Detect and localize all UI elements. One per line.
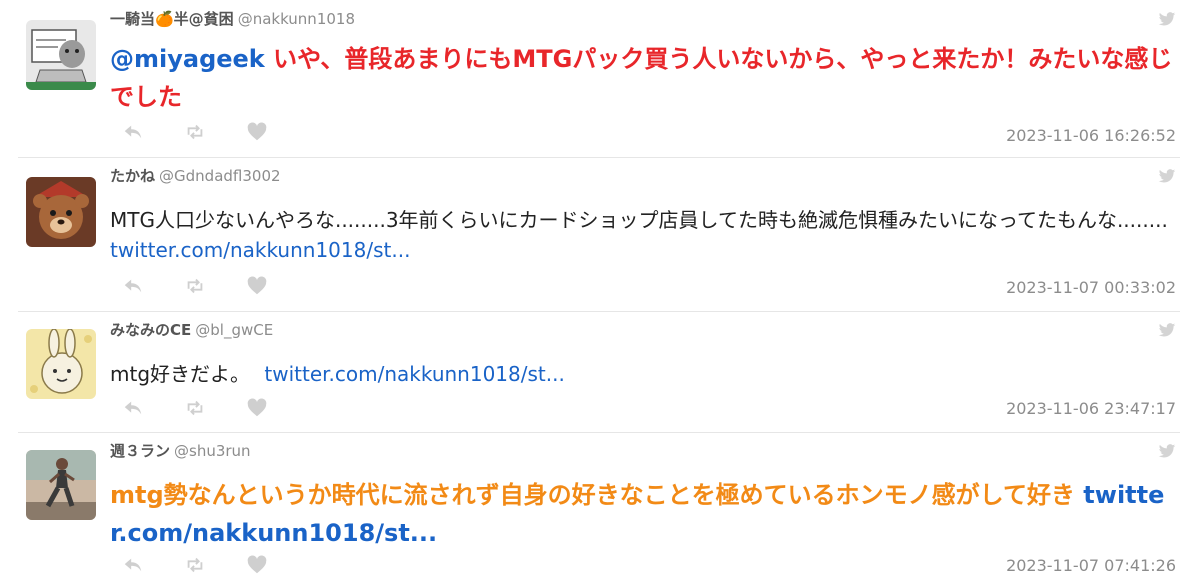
avatar[interactable] [26, 450, 96, 520]
tweet-text: @miyageek いや、普段あまりにもMTGパック買う人いないから、やっと来た… [110, 40, 1176, 116]
tweet-header: たかね @Gdndadfl3002 [110, 165, 281, 186]
avatar[interactable] [26, 329, 96, 399]
twitter-bird-icon[interactable] [1158, 10, 1176, 28]
twitter-bird-icon[interactable] [1158, 442, 1176, 460]
user-handle[interactable]: @nakkunn1018 [238, 10, 355, 28]
retweet-icon[interactable] [184, 554, 206, 576]
tweet-feed: 一騎当🍊半@貧困 @nakkunn1018 @miyageek いや、普段あまりに… [0, 0, 1200, 587]
tweet-actions [122, 121, 268, 143]
avatar-image [26, 20, 96, 90]
tweet-header: 週３ラン @shu3run [110, 440, 251, 461]
tweet-text-content: mtg勢なんというか時代に流されず自身の好きなことを極めているホンモノ感がして好… [110, 481, 1075, 509]
tweet-text-content: いや、普段あまりにもMTGパック買う人いないから、やっと来たか！みたいな感じでし… [110, 45, 1173, 111]
tweet-text: mtg勢なんというか時代に流されず自身の好きなことを極めているホンモノ感がして好… [110, 476, 1176, 552]
avatar[interactable] [26, 177, 96, 247]
user-name[interactable]: たかね [110, 167, 155, 185]
heart-icon[interactable] [246, 275, 268, 297]
tweet-timestamp[interactable]: 2023-11-07 07:41:26 [1006, 556, 1176, 575]
reply-icon[interactable] [122, 397, 144, 419]
reply-icon[interactable] [122, 554, 144, 576]
tweet-actions [122, 554, 268, 576]
retweet-icon[interactable] [184, 275, 206, 297]
reply-icon[interactable] [122, 121, 144, 143]
avatar[interactable] [26, 20, 96, 90]
tweet-item: 一騎当🍊半@貧困 @nakkunn1018 @miyageek いや、普段あまりに… [18, 0, 1180, 158]
user-name[interactable]: みなみのCE [110, 321, 191, 339]
user-handle[interactable]: @Gdndadfl3002 [159, 167, 281, 185]
heart-icon[interactable] [246, 554, 268, 576]
tweet-item: たかね @Gdndadfl3002 MTG人口少ないんやろな........3年前… [18, 157, 1180, 312]
user-name[interactable]: 一騎当🍊半@貧困 [110, 10, 234, 28]
tweet-link[interactable]: twitter.com/nakkunn1018/st... [264, 362, 564, 386]
retweet-icon[interactable] [184, 121, 206, 143]
user-handle[interactable]: @shu3run [174, 442, 251, 460]
twitter-bird-icon[interactable] [1158, 167, 1176, 185]
tweet-timestamp[interactable]: 2023-11-06 16:26:52 [1006, 126, 1176, 145]
reply-icon[interactable] [122, 275, 144, 297]
tweet-header: みなみのCE @bl_gwCE [110, 319, 273, 340]
twitter-bird-icon[interactable] [1158, 321, 1176, 339]
user-name[interactable]: 週３ラン [110, 442, 170, 460]
tweet-timestamp[interactable]: 2023-11-07 00:33:02 [1006, 278, 1176, 297]
tweet-link[interactable]: twitter.com/nakkunn1018/st... [110, 238, 410, 262]
avatar-image [26, 450, 96, 520]
tweet-text: mtg好きだよ。 twitter.com/nakkunn1018/st... [110, 359, 1176, 389]
tweet-actions [122, 275, 268, 297]
mention-link[interactable]: @miyageek [110, 45, 265, 73]
avatar-image [26, 329, 96, 399]
user-handle[interactable]: @bl_gwCE [195, 321, 273, 339]
avatar-image [26, 177, 96, 247]
tweet-item: 週３ラン @shu3run mtg勢なんというか時代に流されず自身の好きなことを極… [18, 432, 1180, 587]
heart-icon[interactable] [246, 397, 268, 419]
tweet-text-content: MTG人口少ないんやろな........3年前くらいにカードショップ店員してた時… [110, 208, 1168, 232]
heart-icon[interactable] [246, 121, 268, 143]
tweet-text-content: mtg好きだよ。 [110, 362, 251, 386]
tweet-actions [122, 397, 268, 419]
tweet-timestamp[interactable]: 2023-11-06 23:47:17 [1006, 399, 1176, 418]
tweet-item: みなみのCE @bl_gwCE mtg好きだよ。 twitter.com/nakk… [18, 311, 1180, 433]
tweet-header: 一騎当🍊半@貧困 @nakkunn1018 [110, 8, 355, 29]
tweet-text: MTG人口少ないんやろな........3年前くらいにカードショップ店員してた時… [110, 205, 1176, 265]
retweet-icon[interactable] [184, 397, 206, 419]
